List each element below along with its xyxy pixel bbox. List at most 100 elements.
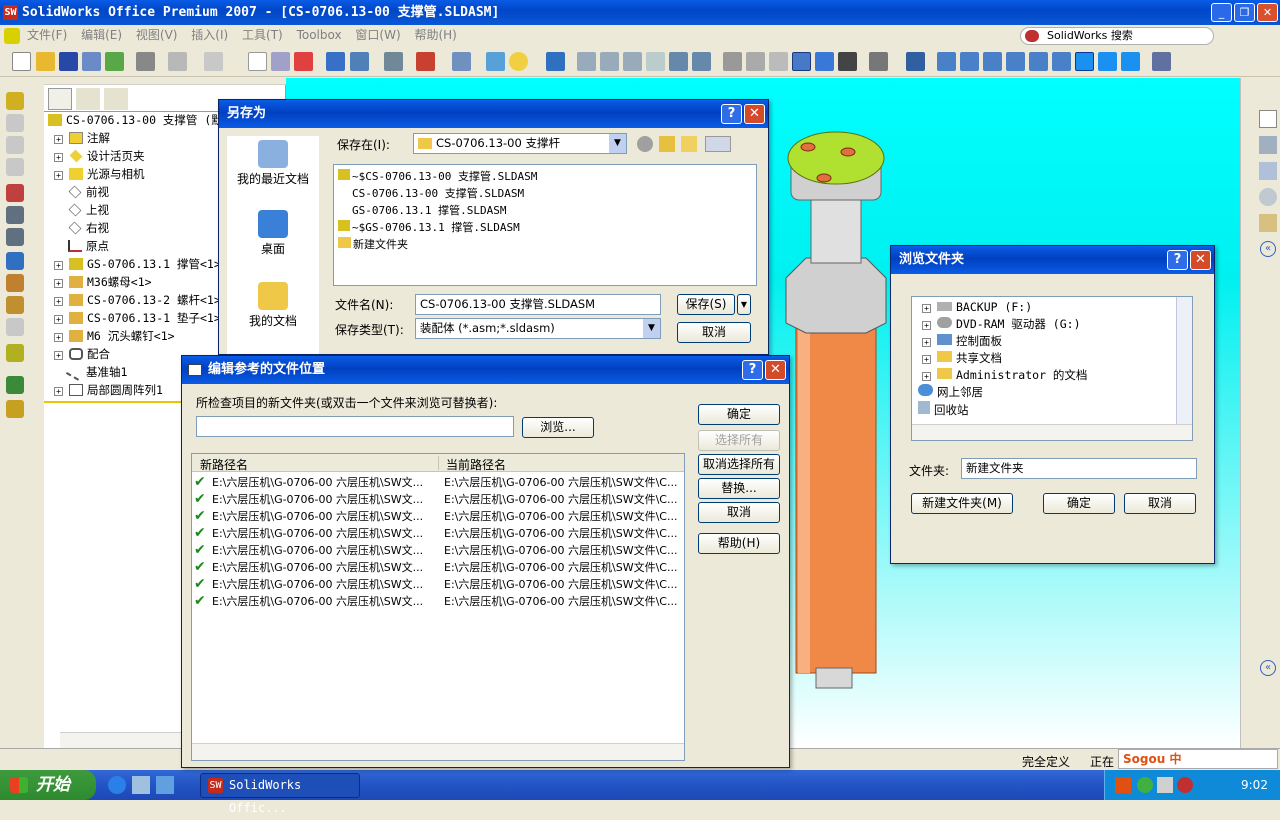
- tree-item[interactable]: + 局部圆周阵列1: [54, 381, 163, 399]
- folder-item[interactable]: 新建文件夹: [338, 236, 408, 253]
- expand-icon[interactable]: +: [54, 387, 63, 396]
- checkmark-icon[interactable]: ✔: [194, 508, 210, 525]
- saveas-help-button[interactable]: ?: [721, 104, 742, 124]
- expand-pane-icon[interactable]: «: [1260, 660, 1276, 676]
- browse-button[interactable]: 浏览...: [522, 417, 594, 438]
- folder-tree-item[interactable]: + DVD-RAM 驱动器 (G:): [922, 316, 1081, 333]
- tree-item[interactable]: + M6 沉头螺钉<1>: [54, 327, 175, 345]
- reference-list[interactable]: 新路径名 当前路径名 ✔ E:\六层压机\G-0706-00 六层压机\SW文..…: [191, 453, 685, 761]
- checkmark-icon[interactable]: ✔: [194, 474, 210, 491]
- collapse-icon[interactable]: «: [1260, 241, 1276, 257]
- editref-close-button[interactable]: ✕: [765, 360, 786, 380]
- mate-icon[interactable]: [6, 184, 24, 202]
- traffic-light-icon[interactable]: [294, 52, 313, 71]
- quicklaunch-icon[interactable]: [132, 776, 150, 794]
- menu-tools[interactable]: 工具(T): [237, 25, 288, 46]
- saveas-cancel-button[interactable]: 取消: [677, 322, 751, 343]
- explode-line-icon[interactable]: [6, 296, 24, 314]
- antivirus-tray-icon[interactable]: [1177, 777, 1193, 793]
- tree-item[interactable]: + 设计活页夹: [54, 147, 145, 165]
- tree-item[interactable]: + GS-0706.13.1 撑管<1>: [54, 255, 221, 273]
- search-box[interactable]: SolidWorks 搜索: [1020, 27, 1214, 45]
- menu-view[interactable]: 视图(V): [131, 25, 183, 46]
- back-icon[interactable]: [637, 136, 653, 152]
- edit-component-icon[interactable]: [6, 92, 24, 110]
- folder-tree-item[interactable]: + 控制面板: [922, 333, 1002, 350]
- shadows-icon[interactable]: [838, 52, 857, 71]
- make-drawing-icon[interactable]: [82, 52, 101, 71]
- expand-icon[interactable]: +: [54, 153, 63, 162]
- trimetric-view-icon[interactable]: [1098, 52, 1117, 71]
- maximize-button[interactable]: ❐: [1234, 3, 1255, 22]
- interference-icon[interactable]: [6, 318, 24, 336]
- search-pane-icon[interactable]: [1259, 188, 1277, 206]
- menu-insert[interactable]: 插入(I): [186, 25, 233, 46]
- editref-help-button[interactable]: ?: [742, 360, 763, 380]
- tree-item[interactable]: 前视: [68, 183, 109, 201]
- taskbar-app-button[interactable]: SW SolidWorks Offic...: [200, 773, 360, 815]
- open-folder-icon[interactable]: [36, 52, 55, 71]
- reference-list-hscroll[interactable]: [192, 743, 684, 760]
- sogou-tray-icon[interactable]: [1115, 777, 1131, 793]
- filetype-select[interactable]: 装配体 (*.asm;*.sldasm) ▼: [415, 318, 661, 339]
- file-item[interactable]: CS-0706.13-00 支撑管.SLDASM: [352, 185, 524, 202]
- smart-fasteners-icon[interactable]: [6, 252, 24, 270]
- wireframe-icon[interactable]: [723, 52, 742, 71]
- layers-icon[interactable]: [486, 52, 505, 71]
- checkmark-icon[interactable]: ✔: [194, 593, 210, 610]
- expand-icon[interactable]: +: [54, 351, 63, 360]
- folder-tree[interactable]: + BACKUP (F:) + DVD-RAM 驱动器 (G:) + 控制面板 + 共享…: [911, 296, 1193, 441]
- menu-toolbox[interactable]: Toolbox: [292, 25, 347, 46]
- folder-tree-hscroll[interactable]: [912, 424, 1192, 440]
- explode-view-icon[interactable]: [6, 274, 24, 292]
- table-row[interactable]: ✔ E:\六层压机\G-0706-00 六层压机\SW文... E:\六层压机\G-…: [194, 491, 682, 508]
- options-icon[interactable]: [350, 52, 369, 71]
- views-menu-icon[interactable]: [705, 136, 731, 152]
- zoom-in-out-icon[interactable]: [623, 52, 642, 71]
- expand-icon[interactable]: +: [54, 135, 63, 144]
- deselect-all-button[interactable]: 取消选择所有: [698, 454, 780, 475]
- save-button[interactable]: 保存(S): [677, 294, 735, 315]
- menu-file[interactable]: 文件(F): [22, 25, 72, 46]
- new-folder-button[interactable]: 新建文件夹(M): [911, 493, 1013, 514]
- photoworks-icon[interactable]: [416, 52, 435, 71]
- expand-icon[interactable]: +: [922, 338, 931, 347]
- column-new-path[interactable]: 新路径名: [200, 456, 248, 473]
- table-row[interactable]: ✔ E:\六层压机\G-0706-00 六层压机\SW文... E:\六层压机\G-…: [194, 525, 682, 542]
- zoom-fit-icon[interactable]: [577, 52, 596, 71]
- expand-icon[interactable]: +: [54, 333, 63, 342]
- help-icon[interactable]: [509, 52, 528, 71]
- featuremanager-tab-icon[interactable]: [48, 88, 72, 110]
- ime-toolbar[interactable]: Sogou 中: [1118, 749, 1278, 769]
- shaded-icon[interactable]: [815, 52, 834, 71]
- redo-icon[interactable]: [204, 52, 223, 71]
- file-item[interactable]: ~$GS-0706.13.1 撑管.SLDASM: [338, 219, 520, 236]
- expand-icon[interactable]: +: [54, 171, 63, 180]
- checkmark-icon[interactable]: ✔: [194, 542, 210, 559]
- tree-root[interactable]: CS-0706.13-00 支撑管 (默: [48, 111, 223, 129]
- tree-item[interactable]: 基准轴1: [65, 363, 127, 381]
- isometric-view-icon[interactable]: [1075, 52, 1094, 71]
- insert-component-icon[interactable]: [6, 114, 24, 132]
- saveas-close-button[interactable]: ✕: [744, 104, 765, 124]
- print-icon[interactable]: [136, 52, 155, 71]
- place-mydocs[interactable]: 我的文档: [233, 282, 313, 329]
- top-view-icon[interactable]: [1029, 52, 1048, 71]
- library-icon[interactable]: [1259, 136, 1277, 154]
- expand-icon[interactable]: +: [922, 321, 931, 330]
- table-row[interactable]: ✔ E:\六层压机\G-0706-00 六层压机\SW文... E:\六层压机\G-…: [194, 508, 682, 525]
- browse-close-button[interactable]: ✕: [1190, 250, 1211, 270]
- select-arrow-icon[interactable]: [248, 52, 267, 71]
- dimetric-view-icon[interactable]: [1121, 52, 1140, 71]
- rotate-component-icon[interactable]: [6, 228, 24, 246]
- save-in-select[interactable]: CS-0706.13-00 支撑杆 ▼: [413, 133, 627, 154]
- make-assembly-icon[interactable]: [105, 52, 124, 71]
- tree-item[interactable]: + 配合: [54, 345, 110, 363]
- hide-show-icon[interactable]: [6, 136, 24, 154]
- editref-help-text-button[interactable]: 帮助(H): [698, 533, 780, 554]
- filename-input[interactable]: CS-0706.13-00 支撑管.SLDASM: [415, 294, 661, 315]
- tree-item[interactable]: + 注解: [54, 129, 110, 147]
- bottom-view-icon[interactable]: [1052, 52, 1071, 71]
- shaded-edges-icon[interactable]: [792, 52, 811, 71]
- app-menu-icon[interactable]: [4, 28, 20, 44]
